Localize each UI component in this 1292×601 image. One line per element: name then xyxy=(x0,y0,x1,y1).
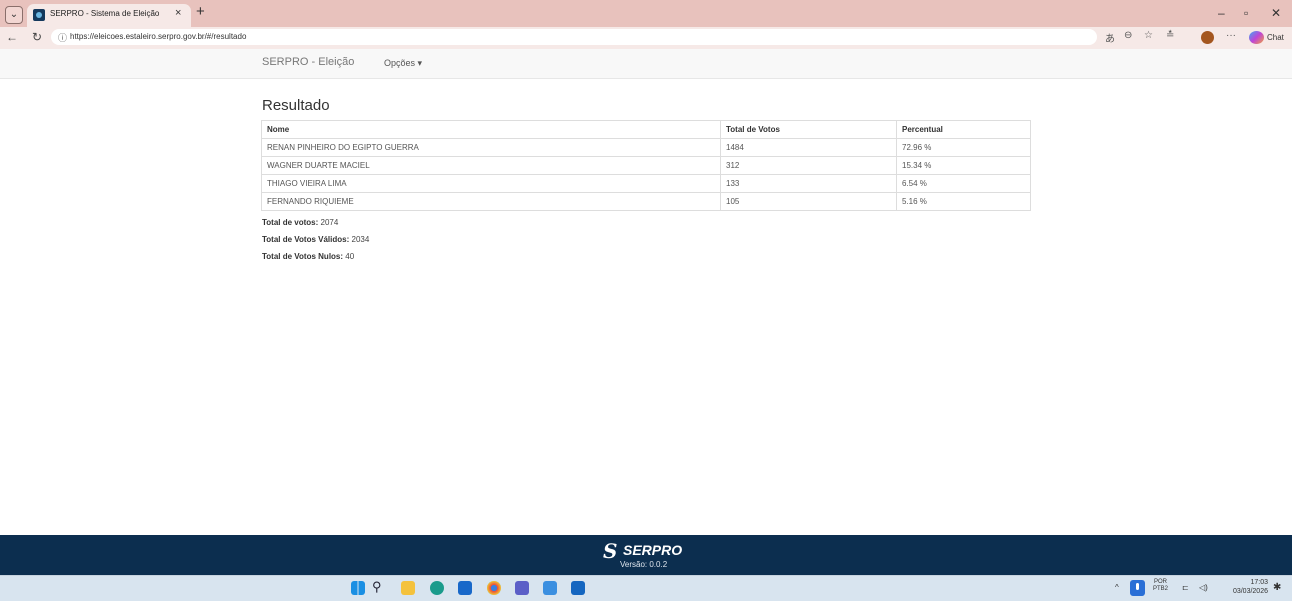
network-icon[interactable]: ⊏ xyxy=(1182,583,1189,592)
lang-line2: PTB2 xyxy=(1153,586,1169,592)
candidate-percent: 5.16 % xyxy=(896,192,1031,211)
new-tab-icon[interactable]: + xyxy=(196,3,205,20)
url-field[interactable]: ⓘ https://eleicoes.estaleiro.serpro.gov.… xyxy=(51,29,1097,45)
file-explorer-icon[interactable] xyxy=(401,581,415,595)
taskbar-clock[interactable]: 17:03 03/03/2026 xyxy=(1222,578,1268,596)
candidate-percent: 6.54 % xyxy=(896,174,1031,193)
clock-time: 17:03 xyxy=(1250,579,1268,586)
app-version: Versão: 0.0.2 xyxy=(620,560,668,569)
total-votes-summary: Total de votos: 2074 xyxy=(262,218,338,227)
clock-date: 03/03/2026 xyxy=(1232,588,1268,595)
null-votes-value: 40 xyxy=(343,252,355,261)
valid-votes-value: 2034 xyxy=(349,235,370,244)
candidate-percent: 72.96 % xyxy=(896,138,1031,157)
candidate-name: WAGNER DUARTE MACIEL xyxy=(261,156,721,175)
browser-tab[interactable]: SERPRO - Sistema de Eleição × xyxy=(27,4,191,27)
photos-icon[interactable] xyxy=(543,581,557,595)
tab-close-icon[interactable]: × xyxy=(175,7,181,19)
null-votes-summary: Total de Votos Nulos: 40 xyxy=(262,252,354,261)
null-votes-label: Total de Votos Nulos: xyxy=(262,252,344,261)
teams-icon[interactable] xyxy=(515,581,529,595)
restore-icon[interactable]: ▫ xyxy=(1244,6,1248,20)
table-row: WAGNER DUARTE MACIEL 312 15.34 % xyxy=(261,156,1031,175)
profile-avatar-icon[interactable] xyxy=(1201,31,1214,44)
serpro-logo-text: SERPRO xyxy=(623,542,683,558)
favorites-list-icon[interactable]: ≛ xyxy=(1166,30,1174,41)
candidate-name: RENAN PINHEIRO DO EGIPTO GUERRA xyxy=(261,138,721,157)
table-row: THIAGO VIEIRA LIMA 133 6.54 % xyxy=(261,174,1031,193)
copilot-icon[interactable] xyxy=(1249,31,1264,44)
url-text: https://eleicoes.estaleiro.serpro.gov.br… xyxy=(70,32,247,41)
options-dropdown[interactable]: Opções ▾ xyxy=(384,58,422,69)
search-icon[interactable]: ⚲ xyxy=(372,579,382,595)
back-arrow-icon[interactable]: ← xyxy=(6,30,18,44)
table-row: RENAN PINHEIRO DO EGIPTO GUERRA 1484 72.… xyxy=(261,138,1031,157)
results-table: Nome Total de Votos Percentual RENAN PIN… xyxy=(261,120,1031,211)
serpro-logo: S SERPRO xyxy=(603,539,698,563)
navbar-brand[interactable]: SERPRO - Eleição xyxy=(262,56,354,68)
windows-taskbar: ⚲ ^ POR PTB2 ⊏ ◁) 17:03 03/03/2026 ✱ xyxy=(0,575,1292,601)
candidate-votes: 105 xyxy=(720,192,897,211)
input-language[interactable]: POR PTB2 xyxy=(1153,579,1168,593)
serpro-favicon-icon xyxy=(33,9,45,21)
column-header-total-votos: Total de Votos xyxy=(720,120,897,139)
chrome-icon[interactable] xyxy=(487,581,501,595)
close-window-icon[interactable]: ✕ xyxy=(1271,6,1281,20)
notification-bell-icon[interactable]: ✱ xyxy=(1273,582,1281,593)
tab-list-chevron-icon[interactable]: ⌄ xyxy=(5,6,23,24)
tab-title: SERPRO - Sistema de Eleição xyxy=(50,9,160,18)
candidate-votes: 312 xyxy=(720,156,897,175)
app-navbar: SERPRO - Eleição Opções ▾ xyxy=(0,49,1292,79)
page-title: Resultado xyxy=(262,97,330,114)
candidate-name: THIAGO VIEIRA LIMA xyxy=(261,174,721,193)
total-votes-value: 2074 xyxy=(318,218,339,227)
serpro-logo-mark-icon: S xyxy=(603,539,618,563)
candidate-votes: 133 xyxy=(720,174,897,193)
chat-button-label[interactable]: Chat xyxy=(1267,33,1284,42)
valid-votes-label: Total de Votos Válidos: xyxy=(262,235,350,244)
store-icon[interactable] xyxy=(458,581,472,595)
more-menu-icon[interactable]: ··· xyxy=(1226,30,1236,41)
address-bar-row: ← ↻ ⓘ https://eleicoes.estaleiro.serpro.… xyxy=(0,27,1292,50)
table-header-row: Nome Total de Votos Percentual xyxy=(261,120,1031,139)
column-header-nome: Nome xyxy=(261,120,721,139)
page-footer: S SERPRO Versão: 0.0.2 xyxy=(0,535,1292,575)
windows-start-icon[interactable] xyxy=(351,581,365,595)
candidate-name: FERNANDO RIQUIEME xyxy=(261,192,721,211)
favorite-star-icon[interactable]: ☆ xyxy=(1144,30,1153,41)
volume-icon[interactable]: ◁) xyxy=(1199,583,1208,592)
refresh-icon[interactable]: ↻ xyxy=(32,30,42,44)
reader-icon[interactable]: ⊖ xyxy=(1124,30,1132,41)
valid-votes-summary: Total de Votos Válidos: 2034 xyxy=(262,235,369,244)
browser-tab-strip: ⌄ SERPRO - Sistema de Eleição × + – ▫ ✕ xyxy=(0,0,1292,27)
lang-line1: POR xyxy=(1154,579,1168,585)
site-info-icon[interactable]: ⓘ xyxy=(58,31,67,44)
candidate-percent: 15.34 % xyxy=(896,156,1031,175)
translate-icon[interactable]: あ xyxy=(1105,30,1115,45)
microphone-icon[interactable] xyxy=(1130,580,1145,596)
table-row: FERNANDO RIQUIEME 105 5.16 % xyxy=(261,192,1031,211)
minimize-icon[interactable]: – xyxy=(1218,6,1225,20)
column-header-percentual: Percentual xyxy=(896,120,1031,139)
total-votes-label: Total de votos: xyxy=(262,218,319,227)
outlook-icon[interactable] xyxy=(571,581,585,595)
edge-icon[interactable] xyxy=(430,581,444,595)
candidate-votes: 1484 xyxy=(720,138,897,157)
tray-overflow-chevron-icon[interactable]: ^ xyxy=(1115,583,1119,592)
